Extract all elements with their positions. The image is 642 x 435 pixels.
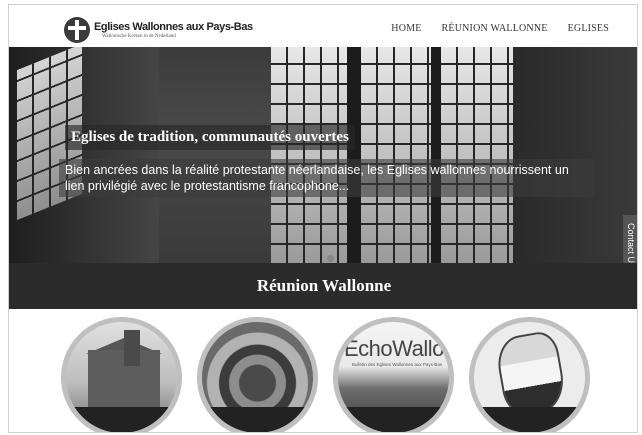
netherlands-map-shape <box>493 329 569 419</box>
hero-banner: Eglises de tradition, communautés ouvert… <box>9 47 637 263</box>
page-frame: Eglises Wallonnes aux Pays-Bas Wallonisc… <box>8 4 638 433</box>
hero-pillar <box>347 47 361 263</box>
hero-text: Bien ancrées dans la réalité protestante… <box>59 159 595 197</box>
nav-reunion-wallonne[interactable]: RÉUNION WALLONNE <box>442 23 548 34</box>
thumbnail-base <box>474 407 585 432</box>
contact-us-label: Contact Us <box>626 223 636 263</box>
echo-wallon-subtitle: Bulletin des Eglises Wallonnes aux Pays-… <box>352 362 443 367</box>
site-logo[interactable]: Eglises Wallonnes aux Pays-Bas Wallonisc… <box>64 17 253 43</box>
hero-title: Eglises de tradition, communautés ouvert… <box>65 125 355 150</box>
slider-dot[interactable] <box>327 255 334 262</box>
contact-us-tab[interactable]: Contact Us <box>623 215 637 263</box>
hero-window <box>361 47 431 263</box>
logo-subtitle: Wallonische Kerken in de Nederland <box>102 33 176 39</box>
church-photo-thumbnail[interactable] <box>61 317 182 432</box>
logo-title: Eglises Wallonnes aux Pays-Bas <box>94 20 253 33</box>
logo-text: Eglises Wallonnes aux Pays-Bas Wallonisc… <box>94 21 253 40</box>
hero-pillar <box>431 47 441 263</box>
thumbnail-base <box>202 407 313 432</box>
nav-eglises[interactable]: EGLISES <box>568 23 609 34</box>
section-title: Réunion Wallonne <box>256 276 392 295</box>
cross-logo-icon <box>64 17 90 43</box>
echo-wallon-thumbnail[interactable]: EchoWallon Bulletin des Eglises Wallonne… <box>333 317 454 432</box>
echo-wallon-title: EchoWallon <box>344 336 454 361</box>
hero-window <box>441 47 513 263</box>
site-header: Eglises Wallonnes aux Pays-Bas Wallonisc… <box>9 5 637 47</box>
nav-home[interactable]: HOME <box>391 23 421 34</box>
section-band: Réunion Wallonne <box>9 263 637 309</box>
main-nav: HOME RÉUNION WALLONNE EGLISES <box>391 23 609 34</box>
stained-glass-thumbnail[interactable] <box>197 317 318 432</box>
church-tower-shape <box>124 330 140 366</box>
thumbnail-base <box>66 407 177 432</box>
netherlands-map-thumbnail[interactable] <box>469 317 590 432</box>
hero-window <box>271 47 349 263</box>
thumbnail-base <box>338 407 449 432</box>
hero-wall-right <box>513 47 637 263</box>
thumbnail-row: EchoWallon Bulletin des Eglises Wallonne… <box>9 309 637 432</box>
